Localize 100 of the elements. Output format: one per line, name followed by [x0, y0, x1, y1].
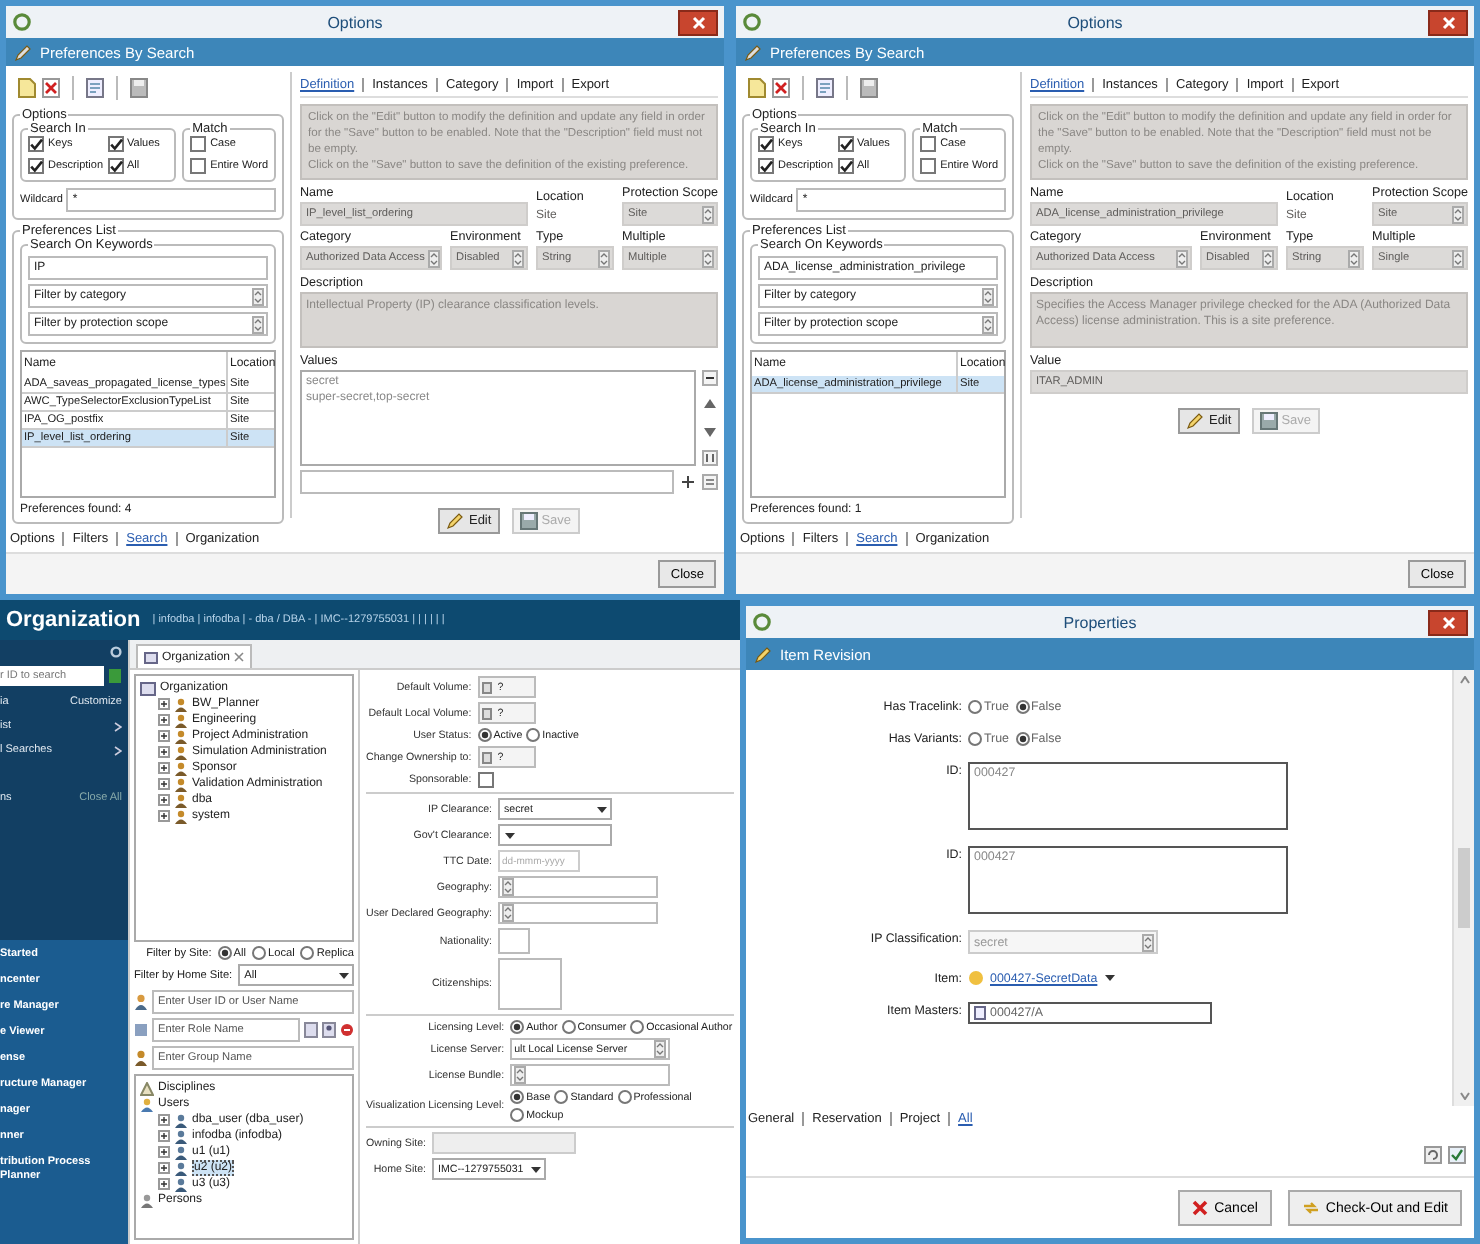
close-icon	[691, 15, 705, 29]
spinner-icon	[1142, 933, 1154, 951]
expander-icon[interactable]	[158, 762, 170, 774]
spinner-icon	[1348, 249, 1361, 267]
spinner-icon	[512, 249, 525, 267]
spinner-icon	[982, 315, 994, 333]
expander-icon[interactable]	[158, 1178, 170, 1190]
chevron-icon	[114, 745, 122, 755]
radio-button[interactable]	[251, 946, 266, 960]
expander-icon[interactable]	[158, 730, 170, 742]
combo-field[interactable]	[498, 876, 659, 898]
radio-button[interactable]	[510, 1090, 525, 1104]
combo-field[interactable]	[510, 1064, 671, 1086]
expander-icon[interactable]	[158, 778, 170, 790]
check-icon[interactable]	[1448, 1146, 1466, 1164]
expander-icon[interactable]	[158, 810, 170, 822]
pencil-icon	[14, 43, 32, 61]
checkbox[interactable]	[477, 772, 494, 788]
spinner-icon	[502, 904, 515, 922]
radio-button[interactable]	[630, 1020, 645, 1034]
save-icon[interactable]	[860, 78, 878, 98]
checkbox[interactable]	[28, 158, 44, 174]
checkbox[interactable]	[28, 136, 44, 152]
expander-icon[interactable]	[158, 698, 170, 710]
caret-icon	[338, 969, 350, 981]
radio-button[interactable]	[968, 731, 982, 745]
scroll-up-icon[interactable]	[1459, 676, 1469, 684]
checkbox[interactable]	[190, 136, 207, 152]
sort-icon[interactable]	[702, 449, 718, 466]
save-icon[interactable]	[130, 78, 148, 98]
close-icon	[1441, 615, 1455, 629]
dialog-title: Properties	[1061, 613, 1139, 631]
checkbox[interactable]	[107, 136, 124, 152]
radio-button[interactable]	[526, 728, 541, 742]
expander-icon[interactable]	[158, 1146, 170, 1158]
radio-button[interactable]	[477, 728, 492, 742]
picker-icon	[481, 707, 492, 719]
checkbox[interactable]	[837, 158, 854, 174]
spinner-icon	[1176, 249, 1189, 267]
radio-button[interactable]	[617, 1090, 632, 1104]
checkbox[interactable]	[758, 158, 774, 174]
text-field[interactable]	[498, 928, 531, 954]
value-input-field[interactable]	[300, 470, 674, 494]
new-document-icon[interactable]	[18, 78, 36, 98]
search-icon[interactable]	[304, 1022, 318, 1038]
radio-button[interactable]	[510, 1108, 525, 1122]
window-close-button[interactable]	[1428, 609, 1468, 635]
radio-button[interactable]	[1015, 699, 1029, 713]
radio-button[interactable]	[510, 1020, 525, 1034]
checkbox[interactable]	[758, 136, 774, 152]
scrollbar[interactable]	[1452, 670, 1474, 1106]
delete-icon[interactable]	[42, 78, 60, 98]
item-master-icon	[974, 1006, 986, 1020]
radio-button[interactable]	[561, 1020, 576, 1034]
app-title: Organization	[6, 608, 141, 632]
replace-icon[interactable]	[702, 474, 718, 490]
expander-icon[interactable]	[158, 746, 170, 758]
delete-icon[interactable]	[340, 1022, 354, 1038]
add-icon[interactable]	[680, 474, 696, 490]
move-up-icon[interactable]	[702, 396, 718, 413]
checkbox[interactable]	[107, 158, 124, 174]
caret-icon	[504, 829, 517, 841]
group-icon	[134, 1050, 148, 1066]
scroll-down-icon[interactable]	[1459, 1092, 1469, 1100]
radio-button[interactable]	[554, 1090, 569, 1104]
spinner-icon	[252, 315, 264, 333]
expander-icon[interactable]	[158, 794, 170, 806]
radio-button[interactable]	[300, 946, 315, 960]
person-icon[interactable]	[322, 1022, 336, 1038]
expander-icon[interactable]	[158, 1130, 170, 1142]
checkbox[interactable]	[920, 136, 937, 152]
checkbox[interactable]	[190, 158, 207, 174]
close-icon[interactable]	[234, 652, 245, 662]
role-icon	[134, 1022, 148, 1038]
expander-icon[interactable]	[158, 1114, 170, 1126]
settings-icon[interactable]	[110, 646, 122, 658]
new-document-icon[interactable]	[748, 78, 766, 98]
combo-field[interactable]	[498, 902, 659, 924]
search-icon[interactable]	[108, 668, 122, 684]
checkbox[interactable]	[837, 136, 854, 152]
expander-icon[interactable]	[158, 714, 170, 726]
move-down-icon[interactable]	[702, 423, 718, 440]
refresh-icon[interactable]	[1424, 1146, 1442, 1164]
spinner-icon	[982, 287, 994, 305]
spinner-icon	[702, 249, 714, 267]
radio-button[interactable]	[217, 946, 232, 960]
spinner-icon	[252, 287, 264, 305]
document-icon[interactable]	[816, 78, 834, 98]
document-icon[interactable]	[86, 78, 104, 98]
remove-icon[interactable]	[702, 370, 718, 386]
radio-button[interactable]	[1015, 731, 1029, 745]
checkbox[interactable]	[920, 158, 937, 174]
caret-icon	[596, 803, 609, 815]
delete-icon[interactable]	[772, 78, 790, 98]
expander-icon[interactable]	[158, 1162, 170, 1174]
window-close-button[interactable]	[1428, 9, 1468, 35]
organization-icon	[144, 651, 158, 663]
radio-button[interactable]	[968, 699, 982, 713]
window-close-button[interactable]	[678, 9, 718, 35]
check-out-icon	[1301, 1200, 1320, 1216]
